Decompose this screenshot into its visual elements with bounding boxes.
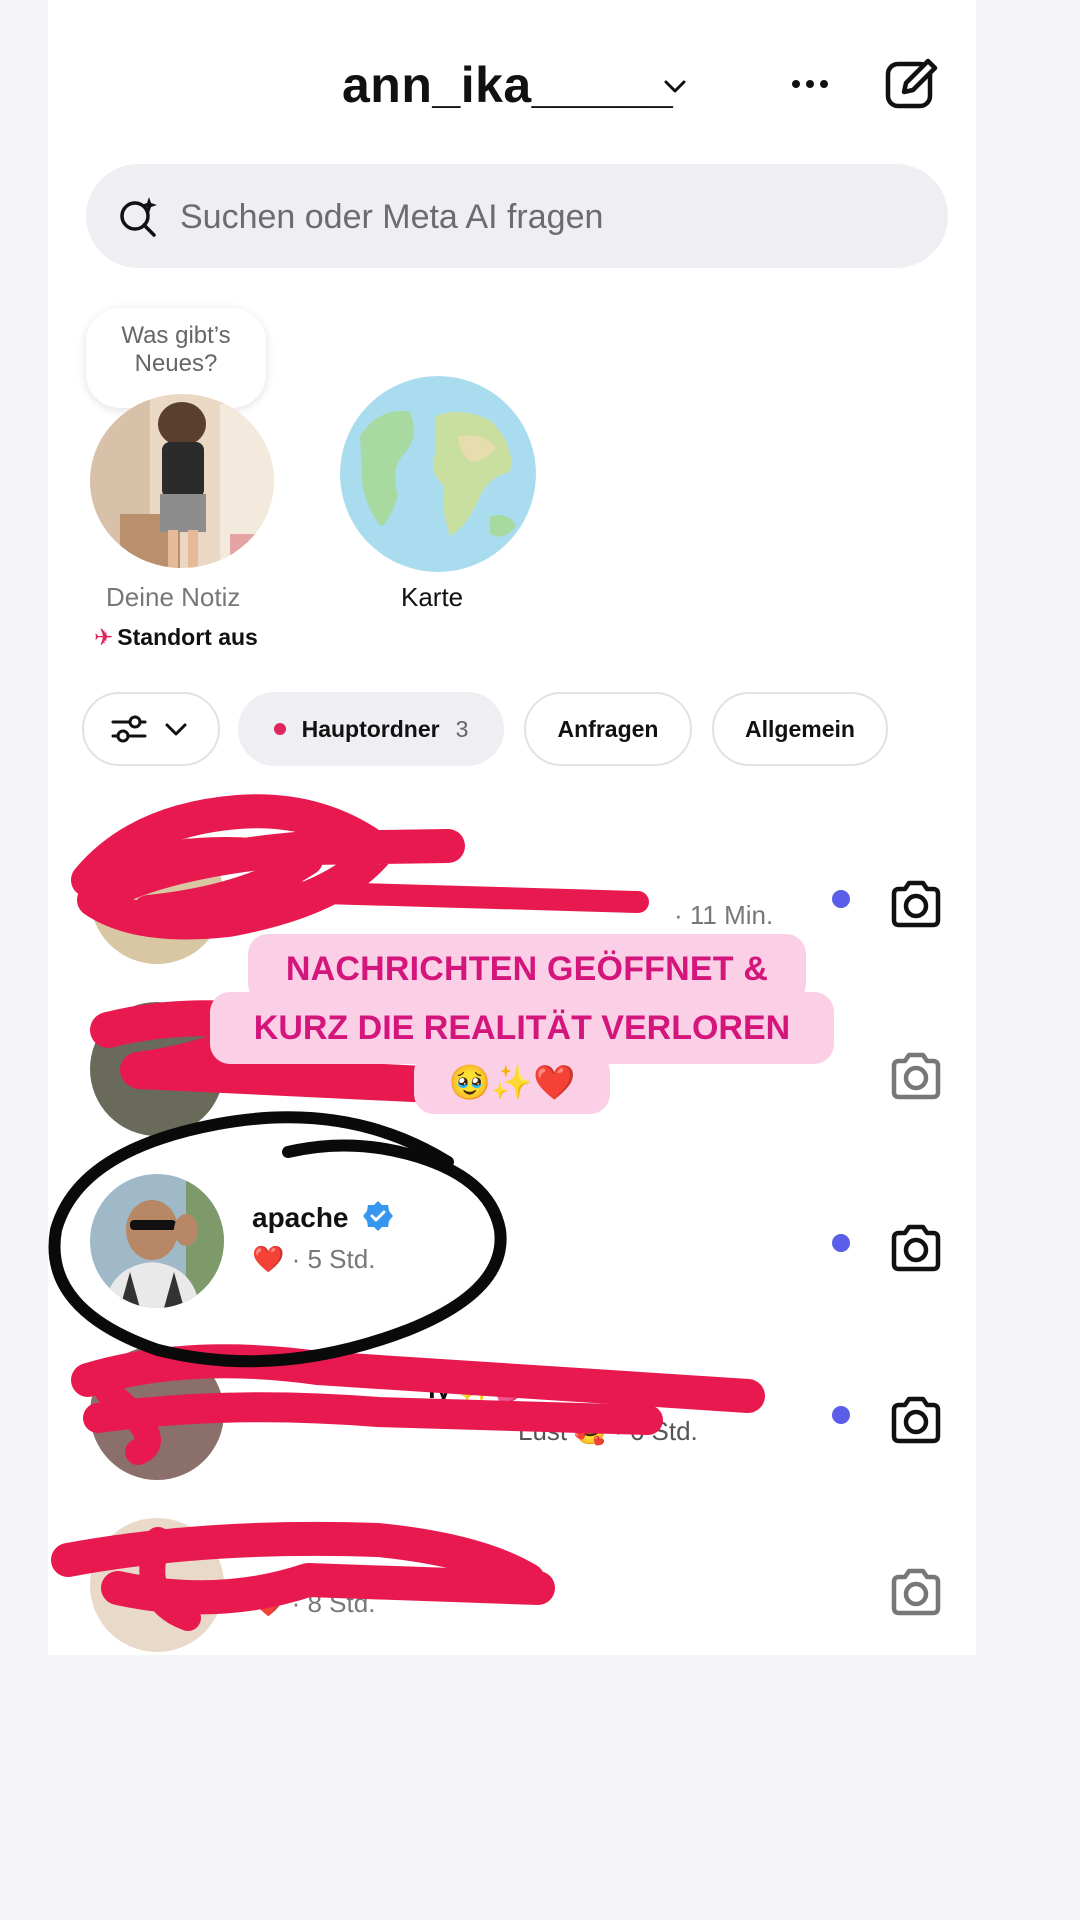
camera-icon[interactable] (886, 1390, 946, 1450)
chip-label: Anfragen (557, 715, 659, 742)
thread-row-apache[interactable]: apache ❤️ · 5 Std. (48, 1162, 976, 1332)
chevron-down-icon[interactable] (660, 72, 690, 102)
preview-time: · 5 Std. (291, 1244, 376, 1274)
chip-hauptordner[interactable]: Hauptordner 3 (238, 692, 504, 766)
filter-settings-button[interactable] (82, 692, 220, 766)
note-prompt-bubble[interactable]: Was gibt’s Neues? (86, 308, 266, 408)
camera-icon[interactable] (886, 1046, 946, 1106)
thread-preview: ❤️ · 5 Std. (252, 1244, 375, 1275)
sliders-icon (111, 715, 147, 743)
avatar (90, 830, 224, 964)
my-note-label: Deine Notiz (106, 582, 241, 612)
camera-icon[interactable] (886, 1218, 946, 1278)
thread-preview: · 11 Min. (674, 900, 774, 930)
thread-row[interactable] (48, 990, 976, 1160)
thread-name-text: apache (252, 1202, 349, 1233)
thread-preview: Lust 🥰 · 6 Std. (518, 1416, 698, 1446)
thread-row[interactable]: ❤️ · 8 Std. (48, 1506, 976, 1655)
search-input[interactable] (178, 164, 922, 270)
inbox-screen: ann_ika_____ Was gibt’s Neues? (48, 0, 976, 1655)
my-avatar[interactable] (90, 394, 274, 568)
avatar (90, 1518, 224, 1652)
globe-icon (340, 376, 536, 572)
map-label: Karte (401, 582, 464, 612)
map-globe[interactable] (340, 376, 536, 572)
more-horizontal-icon[interactable] (786, 62, 834, 106)
avatar (90, 1174, 224, 1308)
meta-ai-search-icon (120, 197, 157, 237)
camera-icon[interactable] (886, 874, 946, 934)
unread-folder-dot (273, 723, 286, 735)
thread-name: ly ✨💕 (428, 1373, 529, 1404)
note-prompt-text: Was gibt’s Neues? (121, 322, 231, 377)
search-bar[interactable] (86, 164, 948, 270)
location-status[interactable]: ✈ Standort aus (94, 624, 258, 651)
chip-label: Allgemein (745, 715, 855, 742)
chip-anfragen[interactable]: Anfragen (524, 692, 692, 766)
location-off-icon: ✈ (94, 624, 114, 650)
thread-row[interactable]: ly ✨💕 Lust 🥰 · 6 Std. (48, 1334, 976, 1504)
account-switcher-username[interactable]: ann_ika_____ (342, 56, 673, 114)
inbox-header: ann_ika_____ (48, 0, 976, 170)
unread-dot (832, 1406, 850, 1424)
chip-label: Hauptordner (301, 715, 440, 742)
new-message-icon[interactable] (882, 54, 942, 114)
avatar (90, 1002, 224, 1136)
unread-dot (832, 1234, 850, 1252)
chip-allgemein[interactable]: Allgemein (712, 692, 888, 766)
thread-row[interactable]: · 11 Min. (48, 818, 976, 988)
unread-dot (832, 890, 850, 908)
preview-emoji: ❤️ (252, 1588, 285, 1618)
avatar (90, 1346, 224, 1480)
chevron-down-icon (165, 723, 187, 736)
avatar-photo (90, 1174, 224, 1308)
thread-name: apache (252, 1200, 394, 1234)
preview-emoji: ❤️ (252, 1244, 285, 1274)
verified-badge-icon (363, 1201, 394, 1231)
camera-icon[interactable] (886, 1562, 946, 1622)
preview-time: · 8 Std. (291, 1588, 376, 1618)
chip-count: 3 (455, 715, 469, 742)
location-status-text: Standort aus (117, 624, 258, 650)
my-avatar-photo (90, 394, 274, 568)
thread-preview: ❤️ · 8 Std. (252, 1588, 375, 1619)
